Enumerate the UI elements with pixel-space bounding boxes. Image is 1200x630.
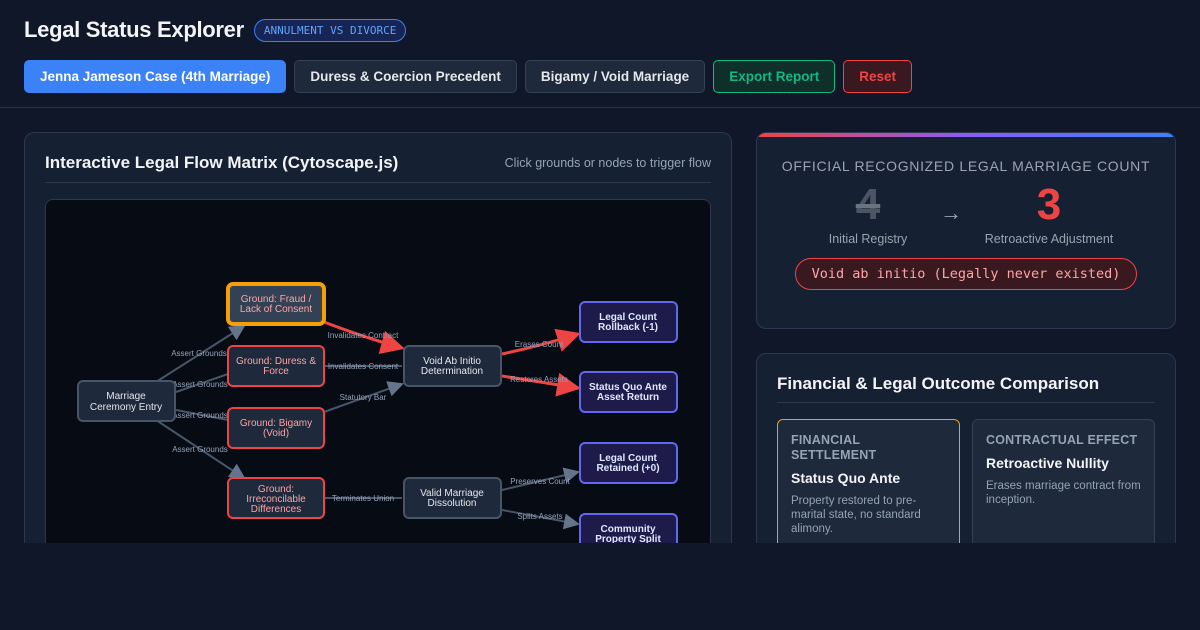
card-value: Status Quo Ante [791,470,901,486]
initial-count: 4 Initial Registry [808,180,928,247]
node-legal-count-retained[interactable]: Legal Count Retained (+0) [579,442,678,484]
flow-hint: Click grounds or nodes to trigger flow [504,156,711,170]
financial-settlement-card[interactable]: FINANCIAL SETTLEMENT Status Quo Ante Pro… [777,419,960,559]
edge-label: Assert Grounds [172,411,228,420]
edge-label: Statutory Bar [340,393,387,402]
arrow-right-icon: → [940,200,962,225]
final-count-label: Retroactive Adjustment [984,232,1114,246]
contractual-effect-card[interactable]: CONTRACTUAL EFFECT Retroactive Nullity E… [972,419,1155,559]
node-marriage-ceremony[interactable]: Marriage Ceremony Entry [77,380,176,422]
void-status-badge: Void ab initio (Legally never existed) [794,258,1138,290]
flow-graph-svg[interactable]: Assert Grounds Assert Grounds Assert Gro… [46,200,711,572]
edge-bigamy-void[interactable]: Statutory Bar [323,381,404,413]
node-valid-dissolution[interactable]: Valid Marriage Dissolution [403,477,502,519]
page-title: Legal Status Explorer [24,17,244,42]
count-title: OFFICIAL RECOGNIZED LEGAL MARRIAGE COUNT [781,158,1151,174]
edge-label: Terminates Union [332,494,394,503]
node-label: Ceremony Entry [90,402,162,413]
edge-ceremony-duress[interactable]: Assert Grounds [172,373,229,393]
node-ground-fraud[interactable]: Ground: Fraud / Lack of Consent [226,282,326,326]
node-label: Marriage [106,391,146,402]
legal-flow-panel: Interactive Legal Flow Matrix (Cytoscape… [24,132,732,572]
edge-valid-retained[interactable]: Preserves Count [501,467,580,491]
case-jenna-jameson-button[interactable]: Jenna Jameson Case (4th Marriage) [24,60,287,93]
edge-label: Preserves Count [510,477,570,486]
flow-graph-canvas[interactable]: Assert Grounds Assert Grounds Assert Gro… [45,199,711,572]
node-legal-count-rollback[interactable]: Legal Count Rollback (-1) [579,301,678,343]
edge-label: Erases Count [515,340,564,349]
edge-label: Invalidates Consent [328,362,399,371]
node-label: Rollback (-1) [598,322,658,333]
node-label: Retained (+0) [596,463,659,474]
card-description: Erases marriage contract from inception. [986,480,1141,506]
case-duress-button[interactable]: Duress & Coercion Precedent [294,60,517,93]
node-ground-duress[interactable]: Ground: Duress & Force [227,345,325,387]
flow-panel-title: Interactive Legal Flow Matrix (Cytoscape… [45,153,399,172]
edge-label: Assert Grounds [172,445,228,454]
outcome-comparison-panel: Financial & Legal Outcome Comparison FIN… [756,353,1176,573]
final-count: 3 Retroactive Adjustment [974,180,1124,247]
accent-bar [757,133,1175,137]
node-label: Differences [251,504,301,515]
edge-label: Assert Grounds [171,349,227,358]
edge-label: Invalidates Contract [328,331,399,340]
node-label: Asset Return [597,392,659,403]
initial-count-label: Initial Registry [828,232,908,246]
card-kicker: CONTRACTUAL EFFECT [986,433,1138,447]
mode-badge: ANNULMENT VS DIVORCE [253,18,407,42]
edge-label: Assert Grounds [172,380,228,389]
export-report-button[interactable]: Export Report [713,60,836,93]
node-ground-bigamy[interactable]: Ground: Bigamy (Void) [227,407,325,449]
edge-void-rollback[interactable]: Erases Count [501,328,581,356]
case-bigamy-button[interactable]: Bigamy / Void Marriage [524,60,706,93]
card-kicker: FINANCIAL SETTLEMENT [791,433,877,462]
node-label: Force [263,366,289,377]
reset-button[interactable]: Reset [843,60,912,93]
edge-duress-void[interactable]: Invalidates Consent [324,362,402,371]
edge-valid-community[interactable]: Splits Assets [501,509,580,530]
toolbar: Jenna Jameson Case (4th Marriage) Duress… [24,60,1176,93]
edge-label: Restores Assets [510,375,568,384]
card-description: Property restored to pre-marital state, … [791,495,921,535]
app-header: Legal Status Explorer ANNULMENT VS DIVOR… [0,0,1200,108]
edge-ceremony-bigamy[interactable]: Assert Grounds [172,409,229,421]
node-label: Lack of Consent [240,304,312,315]
node-status-quo-ante[interactable]: Status Quo Ante Asset Return [579,371,678,413]
node-label: Determination [421,366,483,377]
edge-void-statusquo[interactable]: Restores Assets [501,372,581,397]
final-count-value: 3 [1036,180,1062,229]
viewport-cutoff [0,543,1200,630]
edge-label: Splits Assets [517,512,562,521]
edge-fraud-void[interactable]: Invalidates Contract [323,320,405,354]
card-value: Retroactive Nullity [986,455,1109,471]
node-label: Dissolution [428,498,477,509]
edge-irreconcilable-valid[interactable]: Terminates Union [324,494,402,503]
node-ground-irreconcilable[interactable]: Ground: Irreconcilable Differences [227,477,325,519]
outcome-title: Financial & Legal Outcome Comparison [777,374,1155,403]
initial-count-value: 4 [855,180,881,229]
marriage-count-panel: OFFICIAL RECOGNIZED LEGAL MARRIAGE COUNT… [756,132,1176,329]
node-void-ab-initio[interactable]: Void Ab Initio Determination [403,345,502,387]
node-label: (Void) [263,428,289,439]
